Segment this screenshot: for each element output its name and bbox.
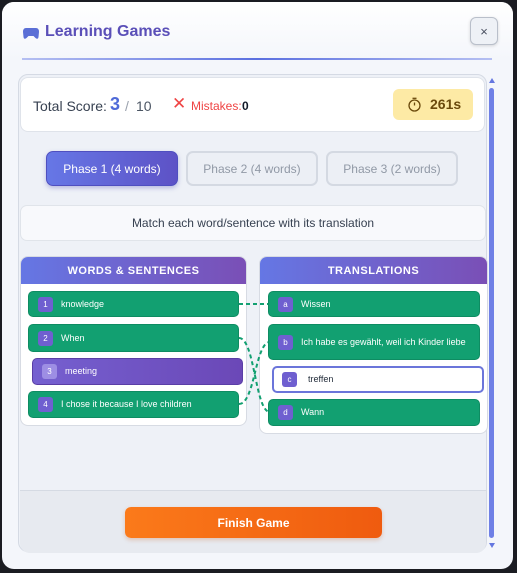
translation-item-b[interactable]: b Ich habe es gewählt, weil ich Kinder l… (268, 324, 480, 360)
translation-letter-b: b (278, 335, 293, 350)
match-lines (238, 303, 271, 413)
translation-letter-c: c (282, 372, 297, 387)
translation-item-c[interactable]: c treffen (272, 366, 484, 393)
translation-text-c: treffen (308, 374, 334, 384)
word-text-4: I chose it because I love children (61, 399, 192, 409)
word-number-3: 3 (42, 364, 57, 379)
word-number-2: 2 (38, 331, 53, 346)
word-text-2: When (61, 332, 85, 343)
translation-text-a: Wissen (301, 298, 331, 309)
word-text-1: knowledge (61, 298, 105, 309)
word-item-3[interactable]: 3 meeting (32, 358, 243, 385)
word-item-4[interactable]: 4 I chose it because I love children (28, 391, 239, 418)
word-item-1[interactable]: 1 knowledge (28, 291, 239, 317)
word-text-3: meeting (65, 366, 98, 376)
translation-item-d[interactable]: d Wann (268, 399, 480, 426)
word-number-4: 4 (38, 397, 53, 412)
translation-text-b: Ich habe es gewählt, weil ich Kinder lie… (301, 336, 466, 347)
modal-footer: Finish Game (20, 490, 486, 553)
translation-item-a[interactable]: a Wissen (268, 291, 480, 317)
match-line-4-b (238, 341, 271, 405)
translation-text-d: Wann (301, 407, 325, 417)
translation-letter-a: a (278, 297, 293, 312)
word-item-2[interactable]: 2 When (28, 324, 239, 352)
finish-game-button[interactable]: Finish Game (125, 507, 382, 538)
word-number-1: 1 (38, 297, 53, 312)
match-line-2-d (238, 337, 271, 413)
translation-letter-d: d (278, 405, 293, 420)
